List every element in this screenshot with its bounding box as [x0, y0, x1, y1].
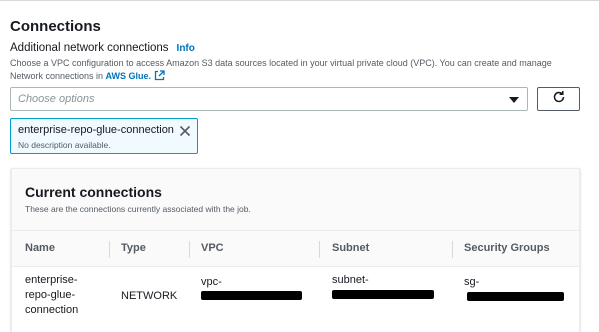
cell-subnet: subnet-: [332, 274, 369, 286]
refresh-button[interactable]: [537, 87, 580, 111]
aws-glue-link[interactable]: AWS Glue.: [106, 71, 152, 81]
field-label: Additional network connections: [10, 42, 169, 54]
current-connections-card: Current connections These are the connec…: [11, 168, 580, 332]
token-label: enterprise-repo-glue-connection: [18, 124, 174, 136]
token-description: No description available.: [18, 140, 111, 150]
refresh-icon: [552, 90, 566, 109]
card-title: Current connections: [25, 184, 162, 200]
top-divider: [0, 0, 599, 1]
selected-connection-token: enterprise-repo-glue-connection No descr…: [10, 118, 198, 154]
cell-name-line: repo-glue-: [25, 289, 76, 301]
card-header: Current connections These are the connec…: [12, 169, 579, 231]
cell-name-line: connection: [25, 304, 79, 316]
field-description: Choose a VPC configuration to access Ama…: [10, 57, 570, 85]
column-divider: [319, 241, 320, 258]
column-header-type: Type: [121, 242, 146, 254]
column-header-security-groups: Security Groups: [464, 242, 550, 254]
info-link[interactable]: Info: [177, 43, 195, 54]
redaction-bar: [332, 290, 434, 299]
column-divider: [189, 241, 190, 258]
column-header-name: Name: [25, 242, 55, 254]
cell-name: enterprise- repo-glue- connection: [25, 273, 78, 318]
card-subtitle: These are the connections currently asso…: [25, 204, 251, 214]
column-divider: [452, 241, 453, 258]
column-header-vpc: VPC: [201, 242, 224, 254]
column-header-subnet: Subnet: [332, 242, 370, 254]
cell-vpc: vpc-: [201, 276, 222, 288]
field-description-text: Choose a VPC configuration to access Ama…: [10, 58, 552, 81]
cell-type: NETWORK: [121, 290, 178, 302]
external-link-icon[interactable]: [154, 70, 165, 85]
caret-down-icon: [509, 97, 519, 103]
section-title: Connections: [10, 18, 101, 35]
connections-select[interactable]: Choose options: [10, 87, 528, 111]
table-row: enterprise- repo-glue- connection NETWOR…: [12, 268, 579, 324]
cell-name-line: enterprise-: [25, 274, 78, 286]
column-divider: [109, 241, 110, 258]
table-header: Name Type VPC Subnet Security Groups: [12, 231, 579, 267]
cell-security-groups: sg-: [464, 276, 480, 288]
close-icon[interactable]: [179, 124, 191, 142]
select-placeholder: Choose options: [18, 93, 95, 105]
redaction-bar: [467, 292, 564, 301]
field-label-row: Additional network connections Info: [10, 42, 195, 54]
redaction-bar: [201, 291, 302, 300]
